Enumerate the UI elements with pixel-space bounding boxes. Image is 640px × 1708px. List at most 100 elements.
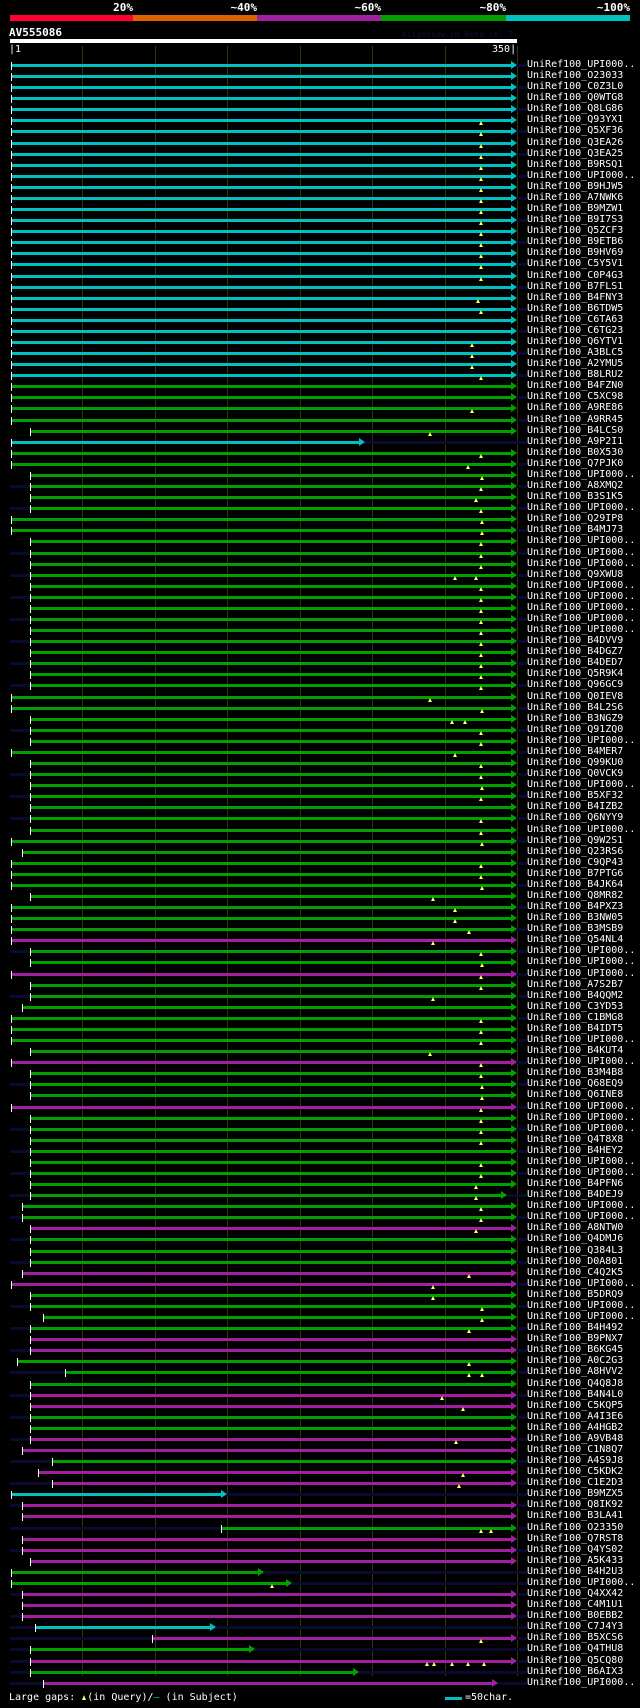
alignment-bar[interactable] [30, 662, 512, 666]
hit-label-link[interactable]: UniRef100_UPI000.. [527, 1101, 635, 1112]
hit-label-link[interactable]: UniRef100_Q8LG86 [527, 103, 623, 114]
alignment-bar[interactable] [21, 1449, 512, 1452]
hit-label-link[interactable]: UniRef100_B4H492 [527, 1322, 623, 1333]
alignment-bar[interactable] [11, 872, 512, 876]
hit-label-link[interactable]: UniRef100_Q68EQ9 [527, 1078, 623, 1089]
hit-label-link[interactable]: UniRef100_UPI000.. [527, 535, 635, 546]
hit-label-link[interactable]: UniRef100_Q3EA25 [527, 148, 623, 159]
alignment-bar[interactable] [30, 473, 512, 477]
hit-label-link[interactable]: UniRef100_UPI000.. [527, 1211, 635, 1222]
alignment-bar[interactable] [11, 196, 512, 200]
hit-label-link[interactable]: UniRef100_A4I3E6 [527, 1411, 623, 1422]
alignment-bar[interactable] [11, 141, 512, 145]
alignment-bar[interactable] [30, 562, 512, 566]
hit-label-link[interactable]: UniRef100_C5KDK2 [527, 1466, 623, 1477]
hit-label-link[interactable]: UniRef100_UPI000.. [527, 1056, 635, 1067]
hit-label-link[interactable]: UniRef100_Q6INE8 [527, 1089, 623, 1100]
hit-label-link[interactable]: UniRef100_A3BLC5 [527, 347, 623, 358]
alignment-bar[interactable] [11, 86, 512, 90]
alignment-bar[interactable] [11, 1039, 512, 1043]
hit-label-link[interactable]: UniRef100_A8HVV2 [527, 1366, 623, 1377]
hit-label-link[interactable]: UniRef100_A8XMQ2 [527, 480, 623, 491]
alignment-bar[interactable] [11, 374, 512, 378]
hit-label-link[interactable]: UniRef100_B8LRU2 [527, 369, 623, 380]
alignment-bar[interactable] [30, 1648, 250, 1652]
alignment-bar[interactable] [11, 1105, 512, 1109]
alignment-bar[interactable] [30, 1072, 512, 1076]
hit-label-link[interactable]: UniRef100_Q0IEV8 [527, 691, 623, 702]
alignment-bar[interactable] [11, 363, 512, 367]
alignment-bar[interactable] [52, 1460, 512, 1464]
hit-label-link[interactable]: UniRef100_Q0WTG8 [527, 92, 623, 103]
hit-label-link[interactable]: UniRef100_Q4T8X8 [527, 1134, 623, 1145]
alignment-bar[interactable] [11, 839, 512, 843]
alignment-bar[interactable] [34, 1626, 211, 1630]
hit-label-link[interactable]: UniRef100_Q384L3 [527, 1245, 623, 1256]
hit-label-link[interactable]: UniRef100_Q5XF36 [527, 125, 623, 136]
hit-label-link[interactable]: UniRef100_B4L2S6 [527, 702, 623, 713]
alignment-bar[interactable] [11, 263, 512, 267]
hit-label-link[interactable]: UniRef100_B9MZX5 [527, 1488, 623, 1499]
hit-label-link[interactable]: UniRef100_UPI000.. [527, 1677, 635, 1688]
hit-label-link[interactable]: UniRef100_B6TDW5 [527, 303, 623, 314]
alignment-bar[interactable] [30, 618, 512, 621]
hit-label-link[interactable]: UniRef100_B3NGZ9 [527, 713, 623, 724]
hit-label-link[interactable]: UniRef100_A7NWK6 [527, 192, 623, 203]
hit-label-link[interactable]: UniRef100_Q96GC9 [527, 679, 623, 690]
alignment-bar[interactable] [21, 1504, 512, 1508]
alignment-bar[interactable] [11, 252, 512, 256]
hit-label-link[interactable]: UniRef100_Q7PJK0 [527, 458, 623, 469]
alignment-bar[interactable] [11, 219, 512, 223]
hit-label-link[interactable]: UniRef100_A9P2I1 [527, 436, 623, 447]
hit-label-link[interactable]: UniRef100_Q0VCK9 [527, 768, 623, 779]
alignment-bar[interactable] [11, 152, 512, 156]
hit-label-link[interactable]: UniRef100_Q29IP8 [527, 513, 623, 524]
hit-label-link[interactable]: UniRef100_B4MJ73 [527, 524, 623, 535]
hit-label-link[interactable]: UniRef100_Q4YS02 [527, 1544, 623, 1555]
alignment-bar[interactable] [11, 906, 512, 910]
hit-label-link[interactable]: UniRef100_C1E2D3 [527, 1477, 623, 1488]
alignment-bar[interactable] [30, 573, 512, 577]
hit-label-link[interactable]: UniRef100_UPI000.. [527, 558, 635, 569]
hit-label-link[interactable]: UniRef100_Q23RS6 [527, 846, 623, 857]
alignment-bar[interactable] [30, 717, 512, 721]
alignment-bar[interactable] [11, 285, 512, 289]
alignment-bar[interactable] [21, 1593, 512, 1597]
hit-label-link[interactable]: UniRef100_B6AIX3 [527, 1666, 623, 1677]
alignment-bar[interactable] [11, 972, 512, 976]
hit-label-link[interactable]: UniRef100_C6TG23 [527, 325, 623, 336]
alignment-bar[interactable] [30, 629, 512, 633]
alignment-bar[interactable] [30, 640, 512, 644]
hit-label-link[interactable]: UniRef100_UPI000.. [527, 1577, 635, 1588]
alignment-bar[interactable] [30, 961, 512, 965]
hit-label-link[interactable]: UniRef100_B3MSB9 [527, 923, 623, 934]
alignment-bar[interactable] [11, 318, 512, 322]
hit-label-link[interactable]: UniRef100_B4IZB2 [527, 801, 623, 812]
alignment-bar[interactable] [11, 917, 512, 921]
alignment-bar[interactable] [37, 1471, 512, 1475]
hit-label-link[interactable]: UniRef100_A5K433 [527, 1555, 623, 1566]
hit-label-link[interactable]: UniRef100_B3LA41 [527, 1510, 623, 1521]
hit-label-link[interactable]: UniRef100_Q99KU0 [527, 757, 623, 768]
alignment-bar[interactable] [30, 784, 512, 788]
alignment-bar[interactable] [30, 1382, 512, 1386]
alignment-bar[interactable] [11, 396, 512, 400]
alignment-bar[interactable] [30, 1260, 512, 1264]
alignment-bar[interactable] [30, 507, 512, 511]
hit-label-link[interactable]: UniRef100_B5XCS6 [527, 1632, 623, 1643]
hit-label-link[interactable]: UniRef100_B0EBB2 [527, 1610, 623, 1621]
hit-label-link[interactable]: UniRef100_B7PTG6 [527, 868, 623, 879]
alignment-bar[interactable] [21, 1604, 512, 1608]
alignment-bar[interactable] [11, 1282, 512, 1286]
hit-label-link[interactable]: UniRef100_A9RR45 [527, 414, 623, 425]
alignment-bar[interactable] [30, 1327, 512, 1331]
hit-label-link[interactable]: UniRef100_Q4Q8J8 [527, 1378, 623, 1389]
alignment-bar[interactable] [11, 230, 512, 234]
hit-label-link[interactable]: UniRef100_B4MER7 [527, 746, 623, 757]
alignment-bar[interactable] [65, 1371, 512, 1375]
hit-label-link[interactable]: UniRef100_B9MZW1 [527, 203, 623, 214]
alignment-bar[interactable] [30, 1249, 512, 1253]
hit-label-link[interactable]: UniRef100_Q93YX1 [527, 114, 623, 125]
alignment-bar[interactable] [11, 939, 512, 943]
hit-label-link[interactable]: UniRef100_B9I7S3 [527, 214, 623, 225]
